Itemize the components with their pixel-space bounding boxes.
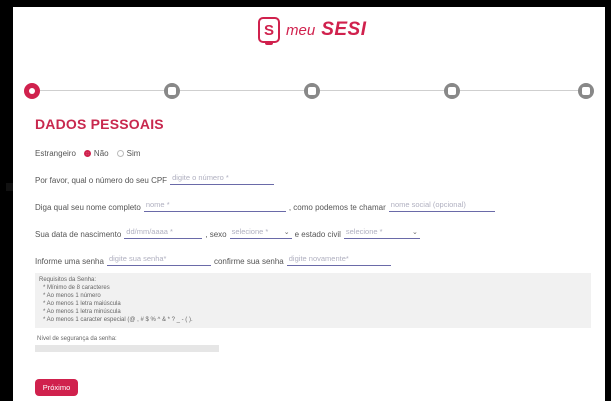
name-label: Diga qual seu nome completo (35, 203, 141, 212)
civil-select[interactable]: selecione * ⌄ (343, 225, 420, 239)
sexo-select[interactable]: selecione * ⌄ (229, 225, 292, 239)
phone-icon (168, 87, 176, 95)
requirement-item: * Ao menos 1 letra minúscula (43, 309, 121, 315)
cpf-row: Por favor, qual o número do seu CPF digi… (35, 171, 277, 185)
social-name-label: , como podemos te chamar (288, 203, 386, 212)
confirm-label: confirme sua senha (213, 257, 284, 266)
radio-sim[interactable]: Sim (116, 149, 140, 158)
civil-label: e estado civil (294, 230, 341, 239)
progress-stepper (24, 83, 594, 99)
person-icon (29, 88, 35, 94)
step-flag[interactable] (578, 83, 594, 99)
estrangeiro-row: Estrangeiro Não Sim (35, 149, 140, 158)
radio-checked-icon (83, 150, 91, 157)
mail-icon (308, 87, 316, 95)
step-phone[interactable] (164, 83, 180, 99)
requirement-item: * Ao menos 1 caracter especial (@ , # $ … (43, 317, 193, 323)
password-label: Informe uma senha (35, 257, 104, 266)
chevron-down-icon: ⌄ (283, 229, 290, 236)
requirement-item: * Mínimo de 8 caracteres (43, 285, 110, 291)
password-row: Informe uma senha digite sua senha* conf… (35, 252, 394, 266)
password-input[interactable]: digite sua senha* (106, 252, 211, 266)
strength-label: Nível de segurança da senha: (37, 336, 117, 342)
estrangeiro-label: Estrangeiro (35, 149, 76, 158)
cpf-label: Por favor, qual o número do seu CPF (35, 176, 168, 185)
requirements-title: Requisitos da Senha: (39, 277, 97, 283)
brand-logo: S meu SESI (258, 17, 367, 45)
requirement-item: * Ao menos 1 número (43, 293, 101, 299)
name-row: Diga qual seu nome completo nome * , com… (35, 198, 498, 212)
form-screen: S meu SESI DADOS PESSOAIS Estrangeiro Nã… (13, 7, 605, 401)
password-requirements: Requisitos da Senha: * Mínimo de 8 carac… (35, 273, 591, 328)
flag-icon (582, 87, 590, 95)
folder-icon (448, 87, 456, 95)
logo-meu: meu (286, 21, 316, 39)
confirm-password-input[interactable]: digite novamente* (286, 252, 391, 266)
cpf-input[interactable]: digite o número * (170, 171, 275, 185)
sesi-phone-icon: S (258, 17, 280, 45)
birth-date-input[interactable]: dd/mm/aaaa * (124, 225, 203, 239)
requirement-item: * Ao menos 1 letra maiúscula (43, 301, 121, 307)
section-title: DADOS PESSOAIS (35, 116, 164, 132)
name-input[interactable]: nome * (143, 198, 286, 212)
next-button[interactable]: Próximo (35, 379, 78, 396)
chevron-down-icon: ⌄ (412, 229, 418, 236)
step-folder[interactable] (444, 83, 460, 99)
birth-row: Sua data de nascimento dd/mm/aaaa * , se… (35, 225, 423, 239)
sexo-label: , sexo (205, 230, 227, 239)
radio-nao[interactable]: Não (83, 149, 109, 158)
strength-bar (35, 345, 219, 352)
logo-sesi: SESI (321, 19, 367, 40)
step-personal[interactable] (24, 83, 40, 99)
step-mail[interactable] (304, 83, 320, 99)
social-name-input[interactable]: nome social (opcional) (388, 198, 495, 212)
radio-unchecked-icon (116, 150, 124, 157)
birth-label: Sua data de nascimento (35, 230, 122, 239)
